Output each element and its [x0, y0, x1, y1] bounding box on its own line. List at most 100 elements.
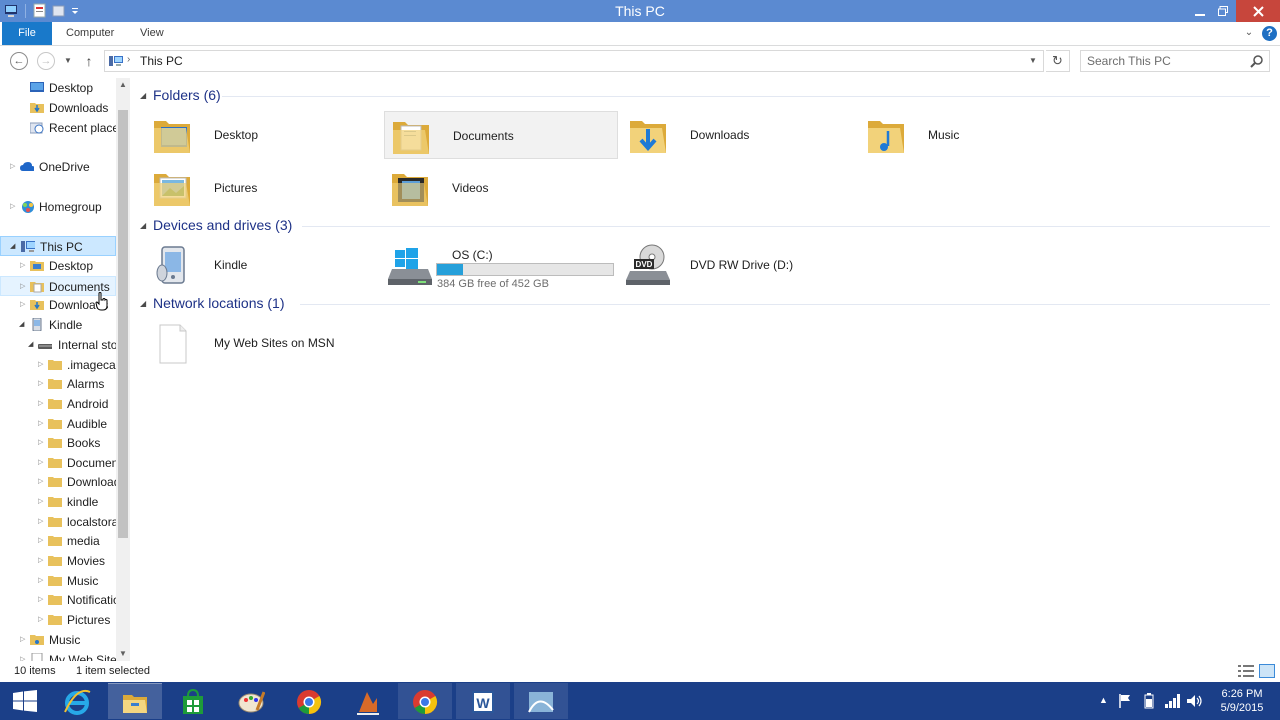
nav-item-kindle-folder[interactable]: ▷ Android: [0, 394, 116, 414]
folder-tile-documents[interactable]: Documents: [384, 111, 618, 159]
group-header-devices[interactable]: ◢ Devices and drives (3): [140, 216, 1270, 236]
expand-arrow-icon[interactable]: ▷: [20, 261, 28, 271]
nav-item-kindle-folder[interactable]: ▷ Alarms: [0, 374, 116, 394]
taskbar-chrome[interactable]: [282, 683, 336, 719]
collapse-arrow-icon[interactable]: ◢: [10, 242, 18, 252]
nav-item-kindle-folder[interactable]: ▷ Audible: [0, 414, 116, 434]
search-icon[interactable]: [1250, 54, 1264, 68]
nav-item-kindle-folder[interactable]: ▷ Pictures: [0, 610, 116, 630]
battery-icon[interactable]: [1143, 693, 1155, 709]
expand-arrow-icon[interactable]: ▷: [38, 419, 46, 429]
folder-tile-desktop[interactable]: Desktop: [146, 111, 380, 159]
nav-item-kindle-folder[interactable]: ▷ Books: [0, 433, 116, 453]
minimize-button[interactable]: [1188, 0, 1212, 22]
expand-ribbon-icon[interactable]: ⌄: [1242, 27, 1256, 41]
expand-arrow-icon[interactable]: ▷: [38, 517, 46, 527]
expand-arrow-icon[interactable]: ▷: [38, 576, 46, 586]
address-bar[interactable]: › This PC ▼: [104, 50, 1044, 72]
show-hidden-icons-icon[interactable]: ▲: [1099, 695, 1108, 705]
nav-item-kindle-folder[interactable]: ▷ Download: [0, 472, 116, 492]
expand-arrow-icon[interactable]: ▷: [20, 635, 28, 645]
expand-arrow-icon[interactable]: ▷: [38, 379, 46, 389]
expand-arrow-icon[interactable]: ▷: [10, 202, 18, 212]
search-input[interactable]: [1087, 53, 1242, 69]
expand-arrow-icon[interactable]: ▷: [38, 595, 46, 605]
tab-computer[interactable]: Computer: [56, 22, 124, 45]
nav-item-recent-places[interactable]: Recent places: [0, 118, 116, 138]
taskbar-app-window[interactable]: [514, 683, 568, 719]
expand-arrow-icon[interactable]: ▷: [38, 497, 46, 507]
taskbar-file-explorer[interactable]: [108, 683, 162, 719]
collapse-group-icon[interactable]: ◢: [140, 299, 146, 308]
taskbar-chrome-window[interactable]: [398, 683, 452, 719]
expand-arrow-icon[interactable]: ▷: [38, 615, 46, 625]
nav-item-kindle-folder[interactable]: ▷ Documents: [0, 453, 116, 473]
expand-arrow-icon[interactable]: ▷: [38, 399, 46, 409]
nav-item-downloads[interactable]: Downloads: [0, 98, 116, 118]
nav-item-pc-desktop[interactable]: ▷ Desktop: [0, 256, 116, 276]
nav-pane-scrollbar[interactable]: ▲ ▼: [116, 78, 130, 661]
collapse-group-icon[interactable]: ◢: [140, 91, 146, 100]
help-icon[interactable]: ?: [1262, 26, 1277, 41]
taskbar-ie[interactable]: [50, 683, 104, 719]
nav-item-kindle-folder[interactable]: ▷ media: [0, 531, 116, 551]
collapse-arrow-icon[interactable]: ◢: [28, 340, 36, 350]
nav-item-kindle[interactable]: ◢ Kindle: [0, 315, 116, 335]
expand-arrow-icon[interactable]: ▷: [10, 162, 18, 172]
taskbar-word[interactable]: W: [456, 683, 510, 719]
nav-item-music[interactable]: ▷ Music: [0, 630, 116, 650]
folder-tile-downloads[interactable]: Downloads: [622, 111, 856, 159]
scroll-thumb[interactable]: [118, 110, 128, 538]
scroll-up-icon[interactable]: ▲: [116, 78, 130, 92]
close-button[interactable]: [1236, 0, 1280, 22]
folder-tile-music[interactable]: Music: [860, 111, 1094, 159]
group-header-network[interactable]: ◢ Network locations (1): [140, 294, 1270, 314]
expand-arrow-icon[interactable]: ▷: [38, 556, 46, 566]
folder-tile-pictures[interactable]: Pictures: [146, 164, 380, 212]
tab-file[interactable]: File: [2, 22, 52, 45]
collapse-arrow-icon[interactable]: ◢: [19, 320, 27, 330]
expand-arrow-icon[interactable]: ▷: [20, 300, 28, 310]
nav-item-this-pc[interactable]: ◢ This PC: [0, 236, 116, 256]
system-clock[interactable]: 6:26 PM 5/9/2015: [1208, 687, 1276, 715]
expand-arrow-icon[interactable]: ▷: [38, 360, 46, 370]
refresh-button[interactable]: ↻: [1046, 50, 1070, 72]
tab-view[interactable]: View: [130, 22, 174, 45]
up-button[interactable]: ↑: [81, 52, 97, 70]
recent-locations-dropdown[interactable]: ▼: [62, 54, 74, 68]
nav-item-kindle-folder[interactable]: ▷ Music: [0, 571, 116, 591]
expand-arrow-icon[interactable]: ▷: [38, 458, 46, 468]
details-view-icon[interactable]: [1238, 665, 1254, 677]
expand-arrow-icon[interactable]: ▷: [38, 477, 46, 487]
nav-item-onedrive[interactable]: ▷ OneDrive: [0, 157, 116, 177]
folder-tile-videos[interactable]: Videos: [384, 164, 618, 212]
expand-arrow-icon[interactable]: ▷: [38, 438, 46, 448]
nav-item-kindle-folder[interactable]: ▷ kindle: [0, 492, 116, 512]
group-header-folders[interactable]: ◢ Folders (6): [140, 86, 1270, 106]
collapse-group-icon[interactable]: ◢: [140, 221, 146, 230]
taskbar-paint[interactable]: [224, 683, 278, 719]
nav-item-my-web-sites[interactable]: ▷ My Web Sites: [0, 650, 116, 661]
drive-tile-dvd[interactable]: DVD DVD RW Drive (D:): [622, 241, 856, 289]
nav-item-internal-storage[interactable]: ◢ Internal storage: [0, 335, 116, 355]
nav-item-kindle-folder[interactable]: ▷ .imagecache: [0, 355, 116, 375]
breadcrumb[interactable]: This PC: [140, 54, 183, 68]
volume-icon[interactable]: [1187, 694, 1203, 708]
expand-arrow-icon[interactable]: ▷: [38, 536, 46, 546]
breadcrumb-chevron-icon[interactable]: ›: [127, 54, 130, 65]
restore-button[interactable]: [1212, 0, 1234, 22]
expand-arrow-icon[interactable]: ▷: [20, 282, 28, 292]
nav-item-homegroup[interactable]: ▷ Homegroup: [0, 197, 116, 217]
scroll-down-icon[interactable]: ▼: [116, 647, 130, 661]
tiles-view-icon[interactable]: [1259, 664, 1275, 678]
device-tile-kindle[interactable]: Kindle: [146, 241, 380, 289]
action-center-flag-icon[interactable]: [1119, 694, 1131, 708]
search-box[interactable]: [1080, 50, 1270, 72]
taskbar-app[interactable]: [340, 683, 394, 719]
drive-tile-os-c[interactable]: OS (C:) 384 GB free of 452 GB: [384, 241, 618, 290]
content-scrollbar[interactable]: [1274, 78, 1280, 661]
network-signal-icon[interactable]: [1165, 694, 1181, 708]
taskbar-store[interactable]: [166, 683, 220, 719]
nav-item-kindle-folder[interactable]: ▷ Movies: [0, 551, 116, 571]
nav-item-desktop[interactable]: Desktop: [0, 78, 116, 98]
